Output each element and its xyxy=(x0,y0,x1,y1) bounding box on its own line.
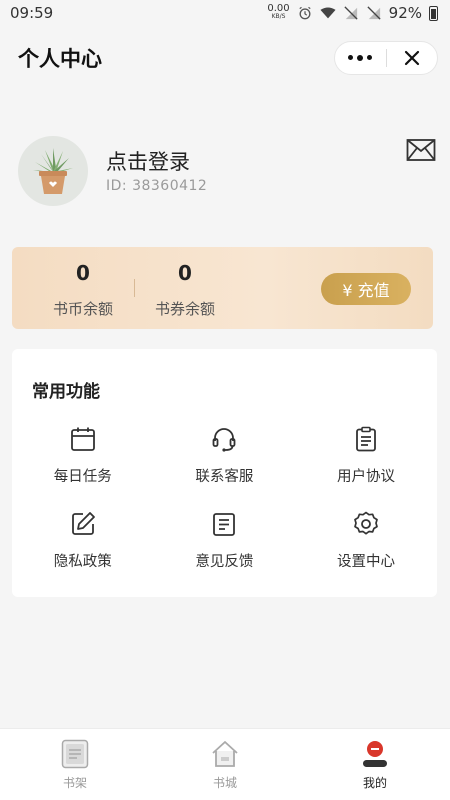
calendar-icon xyxy=(70,427,95,451)
page-title: 个人中心 xyxy=(18,47,102,71)
edit-icon xyxy=(71,512,95,535)
functions-grid: 每日任务 联系客服 用户协议 隐私政策 意见反馈 设置中心 xyxy=(12,423,437,593)
status-icons: 0.00 KB/S 92% xyxy=(267,4,438,22)
alarm-icon xyxy=(299,6,311,20)
bookstore-icon xyxy=(212,741,238,767)
status-bar: 09:59 0.00 KB/S 92% xyxy=(0,0,450,26)
function-user-agreement[interactable]: 用户协议 xyxy=(295,423,437,508)
function-feedback[interactable]: 意见反馈 xyxy=(154,508,296,593)
tab-mine[interactable]: 我的 xyxy=(300,729,450,800)
voucher-balance[interactable]: 0 书券余额 xyxy=(140,261,230,319)
avatar[interactable] xyxy=(18,136,88,206)
document-icon xyxy=(213,513,236,536)
title-bar: 个人中心 xyxy=(0,36,450,80)
wifi-icon xyxy=(320,7,336,19)
function-label: 每日任务 xyxy=(53,469,112,485)
function-label: 意见反馈 xyxy=(195,554,254,570)
signal-icon-2 xyxy=(367,6,381,20)
function-daily-tasks[interactable]: 每日任务 xyxy=(12,423,154,508)
common-functions-card: 常用功能 每日任务 联系客服 用户协议 隐私政策 意见反馈 设置中心 xyxy=(12,349,437,597)
functions-row: 隐私政策 意见反馈 设置中心 xyxy=(12,508,437,593)
mail-icon[interactable] xyxy=(406,138,436,162)
function-customer-service[interactable]: 联系客服 xyxy=(154,423,296,508)
net-speed: 0.00 KB/S xyxy=(267,3,290,21)
login-link[interactable]: 点击登录 xyxy=(106,146,190,176)
voucher-balance-value: 0 xyxy=(178,261,192,285)
close-icon xyxy=(404,50,419,66)
recharge-button[interactable]: ¥ 充值 xyxy=(321,273,411,305)
battery-icon xyxy=(429,5,438,21)
user-id: ID: 38360412 xyxy=(106,178,208,194)
bottom-tab-bar: 书架 书城 我的 xyxy=(0,728,450,800)
tab-label: 书城 xyxy=(212,776,237,790)
net-speed-unit: KB/S xyxy=(271,13,286,20)
signal-icon xyxy=(344,6,358,20)
coin-balance-label: 书币余额 xyxy=(52,300,113,318)
function-label: 隐私政策 xyxy=(53,554,112,570)
wallet-divider xyxy=(134,279,135,297)
gear-icon xyxy=(354,511,378,535)
wallet-card: 0 书币余额 0 书券余额 ¥ 充值 xyxy=(12,247,433,329)
plant-avatar-icon xyxy=(33,148,73,194)
status-time: 09:59 xyxy=(10,4,54,22)
coin-balance-value: 0 xyxy=(76,261,90,285)
tab-label: 书架 xyxy=(62,776,87,790)
function-label: 用户协议 xyxy=(336,469,395,485)
function-label: 设置中心 xyxy=(336,554,395,570)
voucher-balance-label: 书券余额 xyxy=(154,300,215,318)
clipboard-icon xyxy=(356,426,376,452)
close-button[interactable] xyxy=(387,42,438,74)
battery-percent: 92% xyxy=(388,4,422,22)
function-privacy-policy[interactable]: 隐私政策 xyxy=(12,508,154,593)
function-label: 联系客服 xyxy=(195,469,254,485)
tab-bookstore[interactable]: 书城 xyxy=(150,729,300,800)
tab-label: 我的 xyxy=(362,776,387,790)
profile-icon xyxy=(363,741,387,767)
functions-row: 每日任务 联系客服 用户协议 xyxy=(12,423,437,508)
net-speed-value: 0.00 xyxy=(267,3,290,14)
tab-bookshelf[interactable]: 书架 xyxy=(0,729,150,800)
profile-section: 点击登录 ID: 38360412 xyxy=(18,136,436,206)
function-settings[interactable]: 设置中心 xyxy=(295,508,437,593)
headset-icon xyxy=(212,428,236,452)
more-button[interactable] xyxy=(335,42,386,74)
coin-balance[interactable]: 0 书币余额 xyxy=(38,261,128,319)
section-title: 常用功能 xyxy=(32,382,100,402)
more-dots-icon xyxy=(348,55,373,61)
mini-program-capsule xyxy=(334,41,438,75)
bookshelf-icon xyxy=(61,739,89,769)
